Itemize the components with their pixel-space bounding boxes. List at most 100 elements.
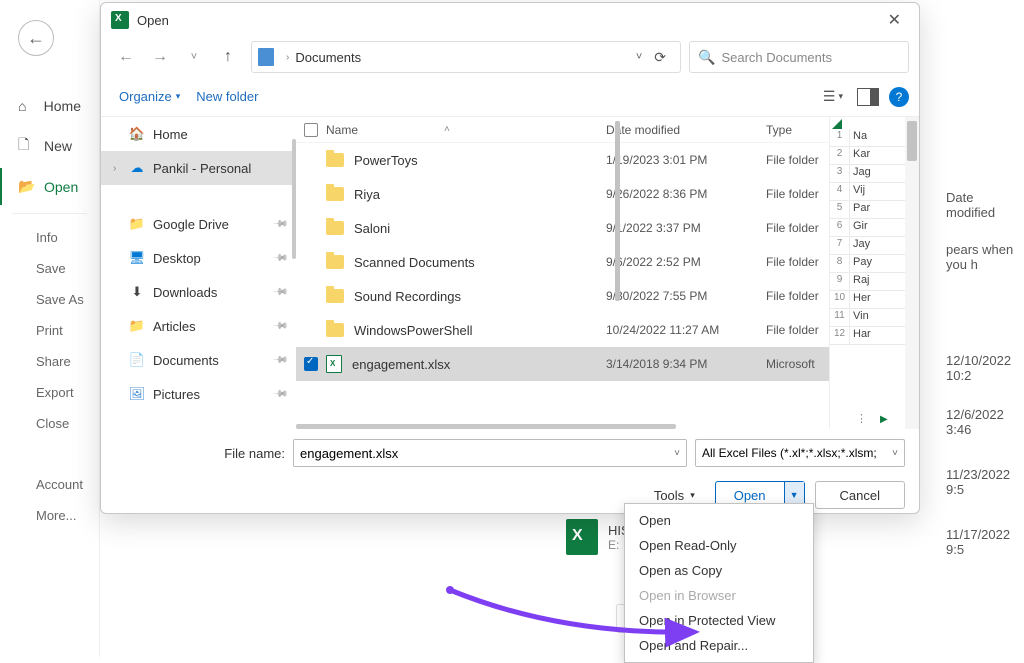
tree-gd-label: Google Drive: [153, 217, 229, 232]
tree-home-label: Home: [153, 127, 188, 142]
search-icon: 🔍: [698, 49, 715, 66]
menu-open-copy[interactable]: Open as Copy: [625, 558, 813, 583]
folder-icon: [326, 187, 344, 201]
nav-new[interactable]: 🗋New: [0, 124, 99, 168]
file-row[interactable]: Sound Recordings 9/30/2022 7:55 PM File …: [296, 279, 919, 313]
filename-input[interactable]: engagement.xlsx˅: [293, 439, 687, 467]
help-button[interactable]: ?: [889, 87, 909, 107]
path-segment[interactable]: Documents: [295, 50, 361, 65]
documents-icon: [258, 48, 274, 66]
view-options[interactable]: ☰ ▾: [819, 84, 847, 109]
organize-menu[interactable]: Organize▾: [111, 85, 188, 108]
nav-up[interactable]: ↑: [213, 42, 243, 72]
tree-downloads-label: Downloads: [153, 285, 217, 300]
refresh-button[interactable]: ⟳: [646, 45, 674, 70]
file-date: 1/19/2023 3:01 PM: [606, 153, 766, 167]
select-all-checkbox[interactable]: [304, 123, 318, 137]
folder-icon: [326, 153, 344, 167]
files-vscrollbar[interactable]: [615, 121, 620, 301]
file-date: 3/14/2018 9:34 PM: [606, 357, 766, 371]
file-name: WindowsPowerShell: [354, 323, 473, 338]
file-headers: Name˄ Date modified Type: [296, 117, 919, 143]
file-filter[interactable]: All Excel Files (*.xl*;*.xlsx;*.xlsm;˅: [695, 439, 905, 467]
path-dropdown[interactable]: ˅: [632, 47, 646, 67]
file-name: Sound Recordings: [354, 289, 461, 304]
filename-label: File name:: [115, 446, 285, 461]
nav-home-label: Home: [44, 98, 81, 114]
excel-app-icon: [111, 11, 129, 29]
sheet-corner-icon: [832, 119, 842, 129]
menu-open-repair[interactable]: Open and Repair...: [625, 633, 813, 658]
file-row[interactable]: Scanned Documents 9/6/2022 2:52 PM File …: [296, 245, 919, 279]
tree-downloads[interactable]: ⬇Downloads: [101, 275, 296, 309]
file-list: Name˄ Date modified Type PowerToys 1/19/…: [296, 117, 919, 429]
titlebar: Open ✕: [101, 3, 919, 37]
nav-forward[interactable]: →: [145, 42, 175, 72]
tree-onedrive-label: Pankil - Personal: [153, 161, 251, 176]
tree-documents[interactable]: 📄Documents: [101, 343, 296, 377]
file-row[interactable]: WindowsPowerShell 10/24/2022 11:27 AM Fi…: [296, 313, 919, 347]
file-row[interactable]: Saloni 9/1/2022 3:37 PM File folder: [296, 211, 919, 245]
preview-pane-toggle[interactable]: [857, 88, 879, 106]
nav-print[interactable]: Print: [0, 315, 99, 346]
nav-open[interactable]: 📂Open: [0, 168, 99, 205]
search-box[interactable]: 🔍: [689, 41, 909, 73]
menu-open-readonly[interactable]: Open Read-Only: [625, 533, 813, 558]
folder-icon: [326, 255, 344, 269]
preview-next-sheet[interactable]: ▶: [880, 414, 888, 425]
tree-desktop-label: Desktop: [153, 251, 201, 266]
col-name[interactable]: Name: [326, 123, 358, 137]
nav-close[interactable]: Close: [0, 408, 99, 439]
file-date: 9/26/2022 8:36 PM: [606, 187, 766, 201]
file-date: 9/30/2022 7:55 PM: [606, 289, 766, 303]
search-input[interactable]: [721, 50, 900, 65]
file-date: 9/6/2022 2:52 PM: [606, 255, 766, 269]
tree-home[interactable]: 🏠Home: [101, 117, 296, 151]
dialog-title: Open: [137, 13, 169, 28]
menu-open[interactable]: Open: [625, 508, 813, 533]
nav-export[interactable]: Export: [0, 377, 99, 408]
address-bar[interactable]: › Documents ˅ ⟳: [251, 41, 681, 73]
preview-sheet-tabs[interactable]: ⋮: [856, 412, 868, 425]
sort-arrow-icon: ˄: [444, 124, 450, 135]
close-button[interactable]: ✕: [880, 6, 909, 34]
preview-vscroll[interactable]: [905, 117, 919, 429]
file-row[interactable]: Riya 9/26/2022 8:36 PM File folder: [296, 177, 919, 211]
row-checkbox[interactable]: [304, 357, 318, 371]
new-folder-button[interactable]: New folder: [188, 85, 266, 108]
nav-recent-dropdown[interactable]: ˅: [179, 42, 209, 72]
file-row[interactable]: PowerToys 1/19/2023 3:01 PM File folder: [296, 143, 919, 177]
files-hscrollbar[interactable]: [296, 424, 676, 429]
nav-back[interactable]: ←: [111, 42, 141, 72]
menu-open-protected[interactable]: Open in Protected View: [625, 608, 813, 633]
file-name: Saloni: [354, 221, 390, 236]
folder-icon: [326, 323, 344, 337]
menu-open-browser: Open in Browser: [625, 583, 813, 608]
tools-menu[interactable]: Tools▾: [654, 488, 695, 503]
nav-saveas[interactable]: Save As: [0, 284, 99, 315]
nav-info[interactable]: Info: [0, 222, 99, 253]
nav-save[interactable]: Save: [0, 253, 99, 284]
nav-home[interactable]: ⌂Home: [0, 88, 99, 124]
tree-articles-label: Articles: [153, 319, 196, 334]
tree-pictures-label: Pictures: [153, 387, 200, 402]
back-button[interactable]: ←: [18, 20, 54, 56]
nav-more[interactable]: More...: [0, 500, 99, 531]
cancel-button[interactable]: Cancel: [815, 481, 905, 509]
nav-new-label: New: [44, 138, 72, 154]
nav-share[interactable]: Share: [0, 346, 99, 377]
tree-pictures[interactable]: 🖼Pictures: [101, 377, 296, 411]
file-date: 9/1/2022 3:37 PM: [606, 221, 766, 235]
file-row[interactable]: engagement.xlsx 3/14/2018 9:34 PM Micros…: [296, 347, 919, 381]
tree-googledrive[interactable]: 📁Google Drive: [101, 207, 296, 241]
tree-documents-label: Documents: [153, 353, 219, 368]
nav-account[interactable]: Account: [0, 469, 99, 500]
preview-pane: 1Na2Kar3Jag4Vij5Par6Gir7Jay8Pay9Raj10Her…: [829, 117, 919, 429]
col-date[interactable]: Date modified: [606, 123, 766, 137]
toolbar: Organize▾ New folder ☰ ▾ ?: [101, 77, 919, 117]
tree-desktop[interactable]: 🖥Desktop: [101, 241, 296, 275]
open-dialog: Open ✕ ← → ˅ ↑ › Documents ˅ ⟳ 🔍 Organiz…: [100, 2, 920, 514]
tree-onedrive[interactable]: ›☁Pankil - Personal: [101, 151, 296, 185]
recent-date-0: 12/10/2022 10:2: [946, 353, 1024, 383]
tree-articles[interactable]: 📁Articles: [101, 309, 296, 343]
